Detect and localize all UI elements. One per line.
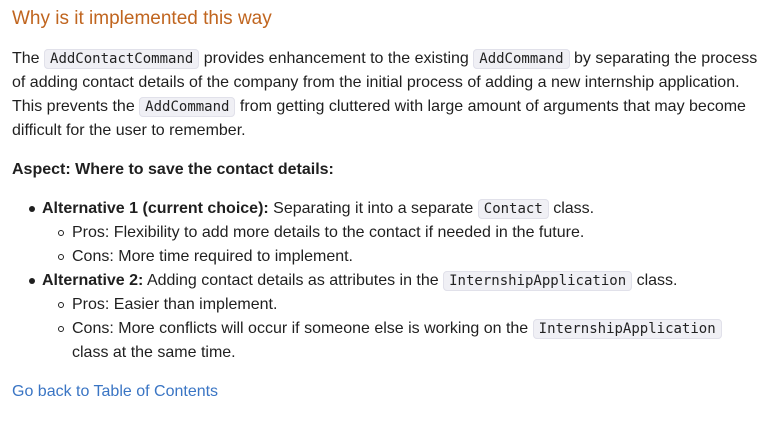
code-internship-application: InternshipApplication bbox=[532, 319, 722, 339]
list-item-alternative-1: Alternative 1 (current choice): Separati… bbox=[12, 197, 761, 269]
code-contact: Contact bbox=[477, 199, 549, 219]
text: class. bbox=[548, 200, 595, 217]
text: Separating it into a separate bbox=[268, 200, 478, 217]
alternatives-list: Alternative 1 (current choice): Separati… bbox=[12, 182, 761, 365]
cons-item: Cons: More conflicts will occur if someo… bbox=[42, 317, 761, 365]
description-paragraph: The AddContactCommand provides enhanceme… bbox=[12, 32, 761, 143]
text: Adding contact details as attributes in … bbox=[143, 272, 444, 289]
back-to-toc-link[interactable]: Go back to Table of Contents bbox=[12, 380, 218, 404]
code-internship-application: InternshipApplication bbox=[443, 271, 633, 291]
sub-list: Pros: Flexibility to add more details to… bbox=[42, 221, 761, 269]
cons-item: Cons: More time required to implement. bbox=[42, 245, 761, 269]
alternative-label: Alternative 2: bbox=[42, 272, 144, 289]
pros-item: Pros: Flexibility to add more details to… bbox=[42, 221, 761, 245]
list-item-alternative-2: Alternative 2: Adding contact details as… bbox=[12, 269, 761, 365]
aspect-label: Aspect: Where to save the contact detail… bbox=[12, 161, 334, 178]
text: class at the same time. bbox=[72, 344, 236, 361]
page: Why is it implemented this way The AddCo… bbox=[0, 0, 773, 404]
text: The bbox=[12, 50, 45, 67]
text: class. bbox=[632, 272, 678, 289]
text: provides enhancement to the existing bbox=[199, 50, 474, 67]
code-add-command: AddCommand bbox=[139, 97, 236, 117]
alternative-label: Alternative 1 (current choice): bbox=[42, 200, 269, 217]
text: Cons: More conflicts will occur if someo… bbox=[72, 320, 533, 337]
sub-list: Pros: Easier than implement. Cons: More … bbox=[42, 293, 761, 365]
code-add-command: AddCommand bbox=[473, 49, 570, 69]
section-heading: Why is it implemented this way bbox=[12, 8, 272, 29]
code-add-contact-command: AddContactCommand bbox=[44, 49, 200, 69]
pros-item: Pros: Easier than implement. bbox=[42, 293, 761, 317]
